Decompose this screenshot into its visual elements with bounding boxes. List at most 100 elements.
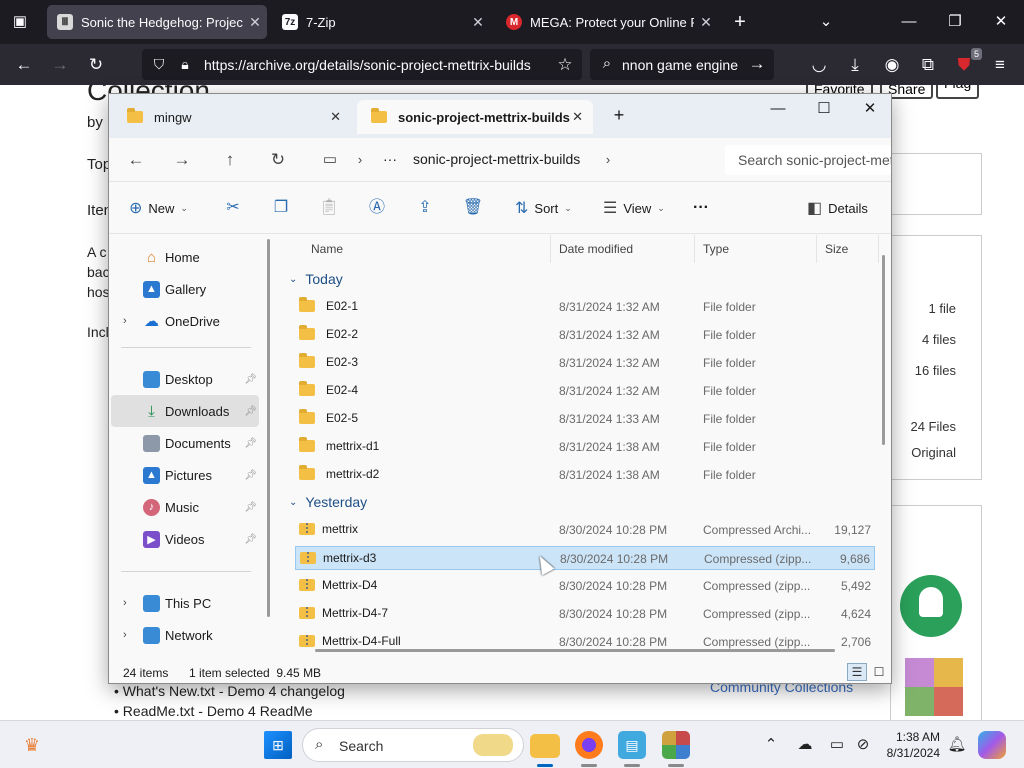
lock-icon[interactable]: 🔒︎ xyxy=(172,51,198,77)
close-window-icon[interactable]: ✕ xyxy=(978,0,1024,44)
more-options-button[interactable]: ··· xyxy=(693,196,709,220)
chevron-right-icon[interactable]: › xyxy=(347,148,373,172)
file-row[interactable]: E02-5 8/31/2024 1:33 AM File folder xyxy=(295,407,875,431)
file-explorer-taskbar-icon[interactable] xyxy=(530,734,560,758)
ublock-icon[interactable]: ⛊ 5 xyxy=(951,48,982,78)
nav-item-this-pc[interactable]: › This PC xyxy=(111,587,259,619)
forward-icon[interactable]: → xyxy=(47,52,73,78)
firefox-view-icon[interactable]: ▣ xyxy=(8,10,32,34)
group-header-yesterday[interactable]: ⌄ Yesterday xyxy=(289,490,367,514)
file-row[interactable]: mettrix-d1 8/31/2024 1:38 AM File folder xyxy=(295,435,875,459)
browser-tab-archive[interactable]: Ⅲ Sonic the Hedgehog: Project M ✕ xyxy=(47,5,267,39)
nav-item-gallery[interactable]: ▲ Gallery xyxy=(111,273,259,305)
list-all-tabs-icon[interactable]: ⌄ xyxy=(814,10,838,34)
copilot-icon[interactable] xyxy=(978,731,1006,759)
forward-icon[interactable]: → xyxy=(169,148,195,172)
group-header-today[interactable]: ⌄ Today xyxy=(289,267,343,291)
pocket-icon[interactable]: ◡ xyxy=(806,52,832,78)
close-window-icon[interactable]: ✕ xyxy=(847,96,891,122)
details-view-icon[interactable]: ☰ xyxy=(847,663,867,681)
minimize-icon[interactable]: — xyxy=(886,0,932,44)
breadcrumb-current-folder[interactable]: sonic-project-mettrix-builds xyxy=(413,151,580,167)
this-pc-icon[interactable]: ▭ xyxy=(317,148,343,172)
back-icon[interactable]: ← xyxy=(11,52,37,78)
clock[interactable]: 1:38 AM 8/31/2024 xyxy=(887,729,940,761)
tiles-view-icon[interactable]: ☐ xyxy=(869,663,889,681)
new-button[interactable]: ⊕ New ⌄ xyxy=(129,196,188,220)
nav-item-videos[interactable]: ▶ Videos 📌︎ xyxy=(111,523,259,555)
nav-item-downloads[interactable]: ⤓ Downloads 📌︎ xyxy=(111,395,259,427)
close-tab-icon[interactable]: ✕ xyxy=(466,14,490,31)
maximize-icon[interactable]: ☐ xyxy=(801,96,847,122)
download-count[interactable]: 24 Files xyxy=(900,419,956,434)
restore-icon[interactable]: ❐ xyxy=(932,0,978,44)
column-header-type[interactable]: Type xyxy=(695,235,817,263)
reload-icon[interactable]: ↻ xyxy=(83,52,109,78)
file-list-horizontal-scrollbar[interactable] xyxy=(315,649,835,652)
display-icon[interactable]: ▭ xyxy=(826,734,848,756)
taskbar-search[interactable]: ⌕ Search xyxy=(302,728,524,762)
show-hidden-icons-icon[interactable]: ⌃ xyxy=(760,734,782,756)
nav-item-music[interactable]: ♪ Music 📌︎ xyxy=(111,491,259,523)
file-row[interactable]: mettrix 8/30/2024 10:28 PM Compressed Arch… xyxy=(295,518,875,542)
copy-icon[interactable]: ❐ xyxy=(269,196,293,220)
download-count[interactable]: 1 file xyxy=(900,301,956,316)
details-pane-button[interactable]: ◧ Details xyxy=(807,196,868,220)
file-list-vertical-scrollbar[interactable] xyxy=(882,255,885,445)
chevron-right-icon[interactable]: › xyxy=(123,597,127,609)
download-count[interactable]: 4 files xyxy=(900,332,956,347)
menu-icon[interactable]: ≡ xyxy=(987,52,1013,78)
download-count[interactable]: 16 files xyxy=(900,363,956,378)
sort-button[interactable]: ⇅ Sort ⌄ xyxy=(515,196,572,220)
web-search-bar[interactable]: ⌕ nnon game engine → xyxy=(590,49,774,80)
file-row[interactable]: E02-2 8/31/2024 1:32 AM File folder xyxy=(295,323,875,347)
explorer-tab-mettrix[interactable]: sonic-project-mettrix-builds ✕ xyxy=(357,100,593,134)
chevron-right-icon[interactable]: › xyxy=(123,315,127,327)
chevron-right-icon[interactable]: › xyxy=(595,148,621,172)
nav-item-documents[interactable]: Documents 📌︎ xyxy=(111,427,259,459)
start-icon[interactable]: ⊞ xyxy=(264,731,292,759)
file-row[interactable]: E02-3 8/31/2024 1:32 AM File folder xyxy=(295,351,875,375)
browser-tab-7zip[interactable]: 7z 7-Zip ✕ xyxy=(272,5,490,39)
file-row[interactable]: E02-4 8/31/2024 1:32 AM File folder xyxy=(295,379,875,403)
refresh-icon[interactable]: ↻ xyxy=(265,148,291,172)
file-row[interactable]: mettrix-d2 8/31/2024 1:38 AM File folder xyxy=(295,463,875,487)
nav-pane-scrollbar[interactable] xyxy=(267,239,270,617)
explorer-tab-mingw[interactable]: mingw ✕ xyxy=(113,100,351,134)
close-tab-icon[interactable]: ✕ xyxy=(243,14,267,31)
flag-button[interactable]: Flag xyxy=(936,85,980,99)
close-tab-icon[interactable]: ✕ xyxy=(330,109,341,125)
new-tab-icon[interactable]: + xyxy=(601,102,637,128)
nav-item-onedrive[interactable]: › ☁ OneDrive xyxy=(111,305,259,337)
widgets-icon[interactable]: ♛ xyxy=(18,731,46,759)
network-status-icon[interactable]: ⊘ xyxy=(852,734,874,756)
file-row[interactable]: Mettrix-D4-7 8/30/2024 10:28 PM Compressed… xyxy=(295,602,875,626)
extensions-icon[interactable]: ⧉ xyxy=(915,52,941,78)
paste-icon[interactable]: 📋︎ xyxy=(317,196,341,220)
url-bar[interactable]: ⛉ 🔒︎ https://archive.org/details/sonic-p… xyxy=(142,49,582,80)
tracking-protection-icon[interactable]: ⛉ xyxy=(146,51,172,77)
firefox-icon[interactable] xyxy=(575,731,603,759)
bookmark-star-icon[interactable]: ☆ xyxy=(552,52,578,78)
view-button[interactable]: ☰ View ⌄ xyxy=(603,196,665,220)
nav-item-pictures[interactable]: ▲ Pictures 📌︎ xyxy=(111,459,259,491)
chevron-right-icon[interactable]: › xyxy=(123,629,127,641)
cut-icon[interactable]: ✂ xyxy=(221,196,245,220)
download-count[interactable]: Original xyxy=(900,445,956,460)
column-header-size[interactable]: Size xyxy=(817,235,879,263)
game-app-icon[interactable] xyxy=(662,731,690,759)
onedrive-offline-icon[interactable]: ☁ xyxy=(794,734,816,756)
rename-icon[interactable]: Ⓐ xyxy=(365,196,389,220)
file-row[interactable]: E02-1 8/31/2024 1:32 AM File folder xyxy=(295,295,875,319)
file-row[interactable]: Mettrix-D4 8/30/2024 10:28 PM Compressed (… xyxy=(295,574,875,598)
minimize-icon[interactable]: — xyxy=(755,96,801,122)
column-header-name[interactable]: Name xyxy=(303,235,551,263)
file-row[interactable]: mettrix-d3 8/30/2024 10:28 PM Compressed (… xyxy=(295,546,875,570)
back-icon[interactable]: ← xyxy=(123,148,149,172)
close-tab-icon[interactable]: ✕ xyxy=(572,109,583,125)
delete-icon[interactable]: 🗑︎ xyxy=(461,196,485,220)
share-icon[interactable]: ⇪ xyxy=(413,196,437,220)
search-go-icon[interactable]: → xyxy=(744,51,770,77)
explorer-search-box[interactable]: Search sonic-project-mettrix-builds xyxy=(725,145,891,175)
close-tab-icon[interactable]: ✕ xyxy=(694,14,718,31)
